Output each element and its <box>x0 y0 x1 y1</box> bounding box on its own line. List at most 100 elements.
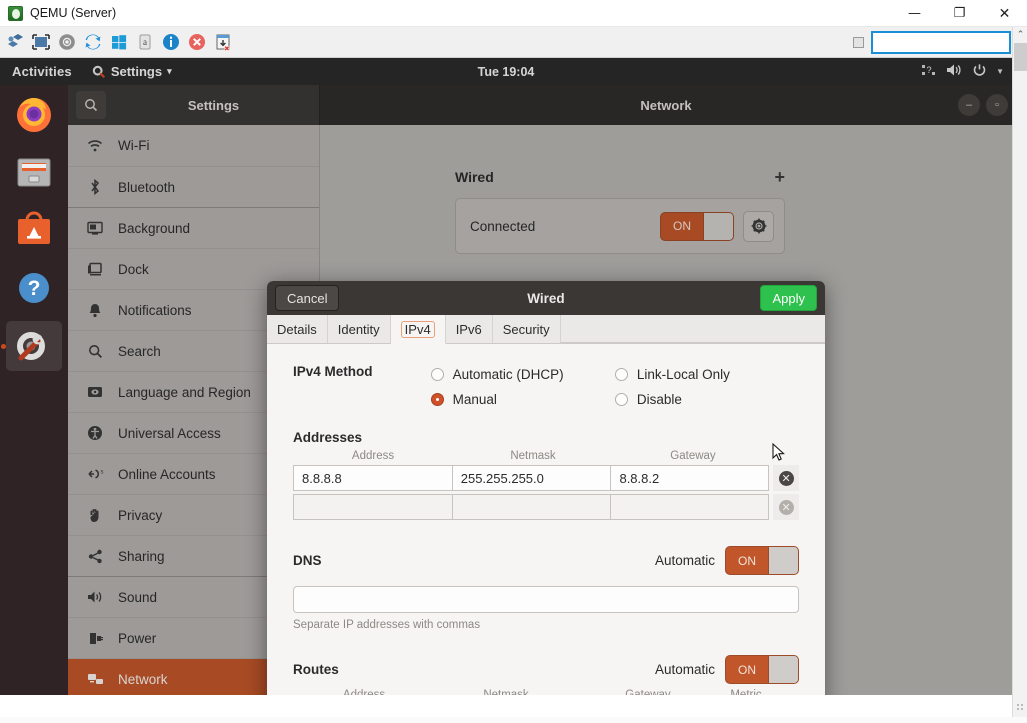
gateway-input[interactable] <box>610 494 769 520</box>
sidebar-item-label: Online Accounts <box>118 467 216 482</box>
sidebar-item-label: Network <box>118 672 168 687</box>
radio-disable[interactable]: Disable <box>615 387 799 412</box>
netmask-input[interactable]: 255.255.255.0 <box>452 465 611 491</box>
ipv4-method-row: IPv4 Method Automatic (DHCP) Manual <box>293 362 799 412</box>
search-icon[interactable] <box>76 91 106 119</box>
radio-automatic-dhcp[interactable]: Automatic (DHCP) <box>431 362 615 387</box>
fullscreen-icon[interactable] <box>30 31 52 53</box>
gnome-top-bar: Activities Settings ▾ Tue 19:04 ? <box>0 58 1012 85</box>
dock-item-ubuntu-software[interactable] <box>0 201 68 259</box>
dock-item-files[interactable] <box>0 143 68 201</box>
settings-minimize-button[interactable]: – <box>958 94 980 116</box>
settings-gear-icon[interactable] <box>56 31 78 53</box>
volume-icon <box>946 63 963 80</box>
toolbar-text-field[interactable] <box>871 31 1011 54</box>
sidebar-item-background[interactable]: Background <box>68 207 319 248</box>
apply-button[interactable]: Apply <box>760 285 817 311</box>
tab-label: Identity <box>338 322 380 337</box>
settings-panel-header: Network – ▫ ✕ <box>320 85 1012 125</box>
sidebar-item-bluetooth[interactable]: Bluetooth <box>68 166 319 207</box>
address-input[interactable] <box>293 494 452 520</box>
toggle-state-label: ON <box>726 547 768 574</box>
resize-grip[interactable] <box>1015 700 1025 712</box>
radio-button[interactable] <box>431 393 444 406</box>
dock-item-help[interactable]: ? <box>0 259 68 317</box>
radio-button[interactable] <box>431 368 444 381</box>
sidebar-item-label: Notifications <box>118 303 192 318</box>
dock-item-firefox[interactable] <box>0 85 68 143</box>
privacy-hand-icon <box>86 508 104 523</box>
qemu-minimize-button[interactable]: — <box>892 0 937 27</box>
vertical-scroll-thumb[interactable] <box>1014 43 1027 71</box>
dns-automatic-toggle[interactable]: ON <box>725 546 799 575</box>
toolbar-checkbox[interactable] <box>853 37 864 48</box>
windows-icon[interactable] <box>108 31 130 53</box>
machine-icon[interactable] <box>4 31 26 53</box>
qemu-toolbar: a <box>0 27 1027 58</box>
sidebar-item-label: Power <box>118 631 156 646</box>
delete-circle-icon: ✕ <box>779 471 794 486</box>
dns-servers-input[interactable] <box>293 586 799 613</box>
address-input[interactable]: 8.8.8.8 <box>293 465 452 491</box>
qemu-vertical-scrollbar[interactable]: ⌃ <box>1012 27 1027 723</box>
netmask-input[interactable] <box>452 494 611 520</box>
qemu-status-strip <box>0 717 1027 723</box>
qemu-close-button[interactable]: ✕ <box>982 0 1027 27</box>
dock-icon <box>86 262 104 277</box>
ubuntu-dock: ? <box>0 85 68 695</box>
tab-ipv6[interactable]: IPv6 <box>446 315 493 343</box>
sidebar-item-label: Sound <box>118 590 157 605</box>
qemu-window-title: QEMU (Server) <box>30 6 116 20</box>
usb-device-icon[interactable]: a <box>134 31 156 53</box>
delete-address-row-button[interactable]: ✕ <box>773 465 799 491</box>
sidebar-item-wi-fi[interactable]: Wi-Fi <box>68 125 319 166</box>
qemu-toolbar-icons: a <box>0 31 234 53</box>
sidebar-item-label: Bluetooth <box>118 180 175 195</box>
tab-details[interactable]: Details <box>267 315 328 343</box>
wired-connection-row: Connected ON <box>455 198 785 254</box>
restart-icon[interactable] <box>82 31 104 53</box>
delete-circle-icon: ✕ <box>779 500 794 515</box>
radio-manual[interactable]: Manual <box>431 387 615 412</box>
sidebar-item-label: Search <box>118 344 161 359</box>
settings-maximize-button[interactable]: ▫ <box>986 94 1008 116</box>
qemu-app-icon <box>8 6 23 21</box>
svg-text:s: s <box>100 470 103 476</box>
sidebar-title: Settings <box>108 98 319 113</box>
mouse-cursor <box>772 443 786 463</box>
info-icon[interactable] <box>160 31 182 53</box>
sidebar-item-label: Background <box>118 221 190 236</box>
qemu-maximize-button[interactable]: ❐ <box>937 0 982 27</box>
dialog-header: Cancel Wired Apply <box>267 281 825 315</box>
radio-button[interactable] <box>615 368 628 381</box>
wired-enable-toggle[interactable]: ON <box>660 212 734 241</box>
settings-header-bar: Settings Network – ▫ ✕ <box>68 85 1012 125</box>
page-title: Network <box>640 98 691 113</box>
network-section-header: Wired + <box>455 168 785 186</box>
tab-identity[interactable]: Identity <box>328 315 391 343</box>
clock[interactable]: Tue 19:04 <box>0 65 1012 79</box>
wired-settings-gear-icon[interactable] <box>743 211 774 242</box>
dock-item-settings[interactable] <box>0 317 68 375</box>
radio-button[interactable] <box>615 393 628 406</box>
system-status-area[interactable]: ? ▼ <box>921 63 1004 80</box>
delete-address-row-button[interactable]: ✕ <box>773 494 799 520</box>
gateway-input[interactable]: 8.8.8.2 <box>610 465 769 491</box>
power-plug-icon <box>86 631 104 646</box>
column-header-address: Address <box>293 689 435 695</box>
tab-ipv4[interactable]: IPv4 <box>391 315 446 344</box>
toggle-state-label: ON <box>661 213 703 240</box>
shutdown-icon[interactable] <box>186 31 208 53</box>
search-icon <box>86 344 104 359</box>
network-icon <box>86 672 104 687</box>
snapshot-delete-icon[interactable] <box>212 31 234 53</box>
ipv4-method-column-left: Automatic (DHCP) Manual <box>431 362 615 412</box>
scroll-up-arrow-icon[interactable]: ⌃ <box>1013 27 1027 43</box>
routes-automatic-toggle[interactable]: ON <box>725 655 799 684</box>
wired-connection-dialog: Cancel Wired Apply Details Identity IPv4… <box>267 281 825 695</box>
tab-security[interactable]: Security <box>493 315 561 343</box>
network-section-title: Wired <box>455 169 494 185</box>
radio-link-local-only[interactable]: Link-Local Only <box>615 362 799 387</box>
add-wired-connection-button[interactable]: + <box>774 168 785 186</box>
column-header-metric: Metric <box>719 689 773 695</box>
